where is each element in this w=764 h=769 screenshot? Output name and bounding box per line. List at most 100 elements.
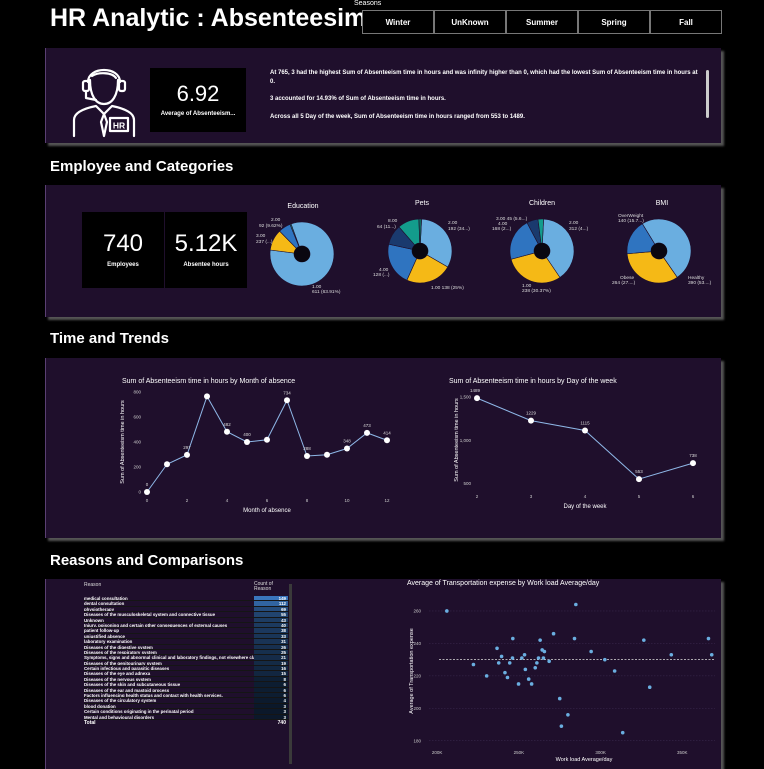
scatter-point[interactable] (529, 682, 534, 686)
scatter-point[interactable] (522, 652, 527, 657)
weekday-line-chart[interactable]: 500 1,000 1,500 2 3 4 5 6 Day of the week Sum of … (444, 386, 714, 516)
count-cell: 26 (254, 644, 288, 650)
scatter-point[interactable] (538, 638, 542, 642)
reason-cell: blood donation (84, 703, 116, 709)
data-label: 297 (183, 445, 191, 450)
count-cell: 19 (254, 660, 288, 666)
scatter-point[interactable] (589, 649, 593, 654)
scatter-point[interactable] (706, 636, 711, 641)
pie-data-label: 237 (...) (256, 240, 273, 245)
narrative-scrollbar[interactable] (706, 70, 709, 118)
season-button-spring[interactable]: Spring (578, 10, 650, 34)
reason-cell: dental consultation (84, 601, 125, 606)
scatter-point[interactable] (620, 730, 625, 735)
pie-data-label: 128 (...) (373, 273, 390, 278)
scatter-point[interactable] (559, 724, 564, 728)
pie-data-label: 238 (30.37%) (522, 289, 551, 294)
series-line (476, 397, 694, 480)
pie-data-label: 168 (2...) (492, 227, 512, 232)
scatter-point[interactable] (541, 656, 546, 660)
scatter-point[interactable] (642, 638, 646, 642)
scatter-point[interactable] (572, 636, 577, 641)
data-point[interactable] (304, 453, 310, 459)
scatter-point[interactable] (516, 682, 521, 686)
pie-data-label: 140 (15.7...) (618, 219, 644, 224)
pie-data-label: 611 (63.91%) (312, 290, 341, 295)
data-point[interactable] (364, 429, 370, 436)
data-point[interactable] (184, 451, 190, 458)
scatter-point[interactable] (574, 602, 578, 607)
scatter-point[interactable] (612, 669, 617, 673)
scatter-point[interactable] (520, 656, 524, 660)
table-total-row: Total 740 (84, 720, 290, 727)
scatter-point[interactable] (511, 636, 515, 641)
scatter-point[interactable] (471, 662, 476, 667)
reason-cell: medical consultation (84, 596, 128, 601)
column-header-reason[interactable]: Reason (84, 582, 254, 596)
table-scrollbar[interactable] (289, 584, 292, 764)
scatter-point[interactable] (496, 661, 501, 665)
data-point[interactable] (284, 397, 290, 404)
scatter-point[interactable] (507, 661, 512, 665)
count-cell: 149 (254, 596, 288, 601)
data-point[interactable] (384, 437, 390, 444)
data-point[interactable] (582, 427, 588, 434)
data-point[interactable] (474, 395, 480, 402)
scatter-point[interactable] (503, 670, 507, 675)
data-label: 738 (689, 453, 697, 458)
scatter-point[interactable] (445, 609, 449, 613)
education-pie-chart[interactable] (269, 221, 335, 287)
data-point[interactable] (204, 393, 210, 400)
scatter-point[interactable] (535, 661, 539, 665)
count-cell: 43 (254, 617, 288, 623)
pie-data-label: 8.00 (388, 219, 398, 224)
scatter-point[interactable] (495, 646, 499, 651)
scatter-point[interactable] (526, 677, 531, 681)
data-point[interactable] (636, 476, 642, 483)
scatter-point[interactable] (484, 674, 489, 678)
count-cell: 31 (254, 639, 288, 644)
scatter-point[interactable] (603, 657, 607, 662)
scatter-point[interactable] (547, 659, 551, 664)
count-cell: 15 (254, 671, 288, 676)
data-point[interactable] (264, 436, 270, 443)
insight-text: At 765, 3 had the highest Sum of Absente… (270, 70, 698, 85)
season-button-winter[interactable]: Winter (362, 10, 434, 34)
data-point[interactable] (324, 451, 330, 458)
scatter-point[interactable] (499, 654, 504, 659)
data-point[interactable] (244, 439, 250, 445)
data-point[interactable] (144, 489, 150, 495)
pets-pie-chart[interactable] (387, 218, 453, 284)
month-line-chart[interactable]: 0 200 400 600 800 0 2 4 6 8 10 12 Month of absence Su… (110, 386, 410, 516)
scatter-point[interactable] (542, 649, 547, 654)
scatter-point[interactable] (505, 675, 510, 680)
scatter-point[interactable] (536, 656, 541, 660)
scatter-point[interactable] (669, 652, 674, 657)
data-point[interactable] (344, 445, 350, 452)
scatter-point[interactable] (557, 696, 562, 701)
scatter-point[interactable] (523, 667, 528, 672)
scatter-point[interactable] (533, 665, 538, 670)
count-cell: 33 (254, 633, 288, 639)
transport-scatter-chart[interactable]: 180200220240260200K 250K 300K 350KWork load… (405, 590, 717, 764)
bmi-pie-chart[interactable] (626, 218, 692, 284)
scatter-point[interactable] (566, 713, 570, 717)
section-title-employee: Employee and Categories (50, 158, 234, 175)
pie-data-label: 2.00 (448, 221, 458, 226)
scatter-point[interactable] (510, 656, 515, 660)
scatter-point[interactable] (647, 685, 652, 690)
x-tick-label: 2 (186, 498, 189, 503)
data-point[interactable] (224, 428, 230, 435)
column-header-count[interactable]: Count of Reason (254, 582, 288, 596)
data-label: 1229 (526, 411, 537, 416)
data-point[interactable] (690, 460, 696, 467)
scatter-point[interactable] (709, 652, 714, 657)
data-point[interactable] (164, 461, 170, 468)
season-button-fall[interactable]: Fall (650, 10, 722, 34)
children-pie-chart[interactable] (509, 218, 575, 284)
season-button-summer[interactable]: Summer (506, 10, 578, 34)
count-cell: 6 (254, 687, 288, 693)
scatter-point[interactable] (551, 631, 556, 636)
data-point[interactable] (528, 417, 534, 424)
season-button-unknown[interactable]: UnKnown (434, 10, 506, 34)
